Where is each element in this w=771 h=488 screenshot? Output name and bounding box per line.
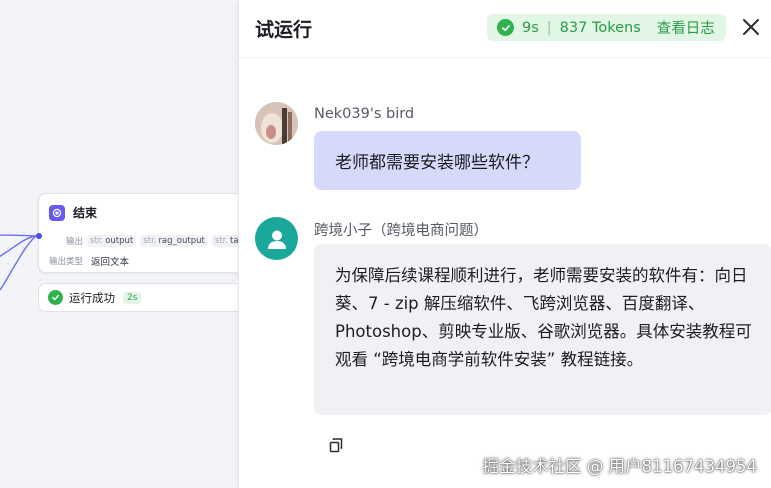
bot-name: 跨境小子（跨境电商问题）	[314, 223, 488, 239]
robot-user-icon	[267, 230, 286, 249]
node-input-port[interactable]	[36, 233, 42, 239]
watermark: 掘金技术社区 @ 用户81167434954	[482, 457, 757, 476]
user-avatar	[255, 102, 298, 145]
output-type-label: 输出类型	[49, 257, 84, 267]
user-name: Nek039's bird	[314, 106, 415, 122]
copy-icon	[329, 438, 343, 453]
output-label: 输出	[66, 237, 84, 247]
run-summary-badge: 9s | 837 Tokens 查看日志	[487, 14, 726, 41]
bot-avatar	[255, 217, 298, 260]
node-header: 结束	[49, 204, 97, 221]
panel-title: 试运行	[255, 19, 313, 41]
output-tag: str.tal	[211, 235, 238, 247]
output-tag: str. rag_output	[140, 235, 208, 247]
run-time-badge: 2s	[123, 291, 142, 304]
output-type-value: 返回文本	[91, 257, 130, 268]
bot-message-bubble: 为保障后续课程顺利进行，老师需要安装的软件有：向日葵、7 - zip 解压缩软件…	[314, 244, 771, 415]
workflow-canvas[interactable]: 结束 输出 str.output str.rag_output str.tal …	[0, 0, 238, 488]
close-icon	[743, 19, 759, 35]
run-duration: 9s	[522, 19, 539, 36]
header-divider	[239, 57, 771, 58]
view-log-link[interactable]: 查看日志	[657, 17, 715, 38]
node-title: 结束	[73, 206, 98, 220]
output-tag: str. output	[87, 235, 137, 247]
copy-button[interactable]	[328, 437, 344, 453]
test-run-panel: 试运行 9s | 837 Tokens 查看日志 Nek039's bird 老…	[238, 0, 771, 488]
run-status-text: 运行成功	[69, 290, 115, 305]
badge-separator: |	[546, 19, 552, 36]
node-output-row: 输出 str.output str.rag_output str.tal	[66, 235, 238, 247]
end-node-icon	[49, 204, 65, 221]
end-node-card[interactable]: 结束 输出 str.output str.rag_output str.tal …	[38, 193, 238, 273]
user-message-bubble: 老师都需要安装哪些软件？	[314, 131, 581, 190]
run-status-card: 运行成功 2s	[38, 283, 238, 312]
check-circle-icon	[48, 290, 63, 305]
check-circle-icon	[497, 19, 514, 36]
close-button[interactable]	[739, 15, 763, 39]
token-count: 837 Tokens	[559, 19, 641, 36]
node-type-row: 输出类型 返回文本	[49, 254, 129, 268]
